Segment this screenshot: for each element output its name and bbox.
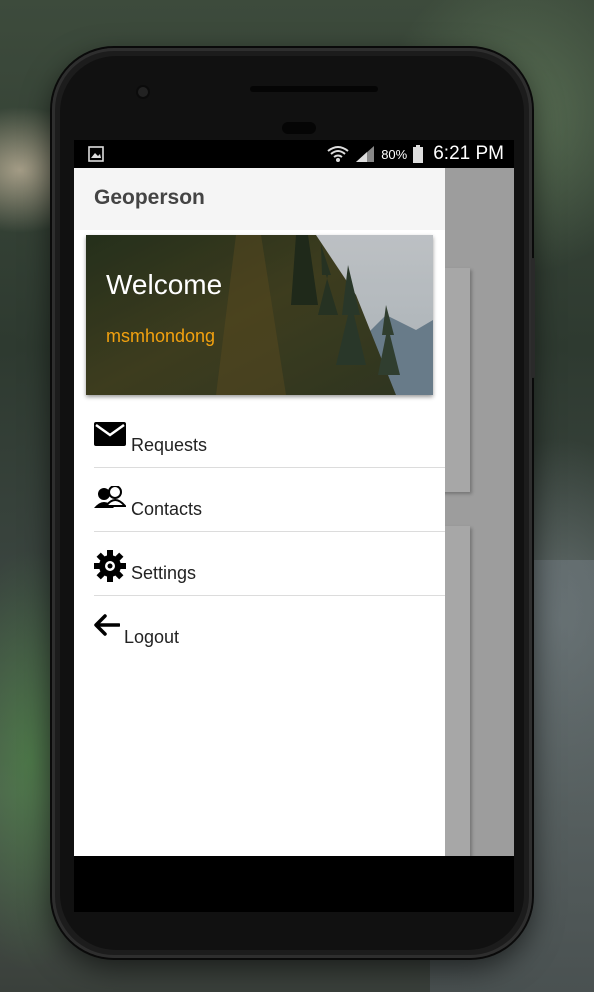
drawer-menu: Requests Contacts Settings Logout <box>74 404 445 659</box>
wifi-icon <box>327 146 349 162</box>
menu-item-contacts[interactable]: Contacts <box>94 468 445 532</box>
menu-item-settings[interactable]: Settings <box>94 532 445 596</box>
front-camera <box>138 87 148 97</box>
back-arrow-icon <box>94 614 120 636</box>
menu-item-label: Logout <box>124 627 180 647</box>
device-screen: 80% 6:21 PM Geoperson Welcome msmhondong… <box>74 140 514 856</box>
status-time: 6:21 PM <box>433 143 504 164</box>
menu-item-label: Settings <box>131 563 197 583</box>
earpiece-speaker <box>250 86 378 92</box>
signal-icon <box>356 146 375 162</box>
menu-item-label: Requests <box>131 435 208 455</box>
image-notification-icon <box>88 146 104 162</box>
status-icons: 80% 6:21 PM <box>327 140 504 168</box>
username-label: msmhondong <box>106 326 216 346</box>
status-bar: 80% 6:21 PM <box>74 140 514 168</box>
welcome-card: Welcome msmhondong <box>86 235 433 395</box>
forest-header-image <box>86 235 433 395</box>
menu-item-label: Contacts <box>131 499 203 519</box>
gear-icon <box>94 550 126 582</box>
app-title: Geoperson <box>94 186 205 209</box>
side-button <box>531 258 535 378</box>
envelope-icon <box>94 422 126 446</box>
drawer-header: Geoperson <box>74 168 445 230</box>
navigation-drawer: Geoperson Welcome msmhondong Requests Co… <box>74 168 445 856</box>
contacts-icon <box>94 486 126 508</box>
menu-item-logout[interactable]: Logout <box>94 596 445 659</box>
proximity-sensor <box>282 122 316 134</box>
menu-item-requests[interactable]: Requests <box>94 404 445 468</box>
navigation-bar <box>74 856 514 912</box>
welcome-greeting: Welcome <box>106 269 223 300</box>
battery-percent: 80% <box>381 146 408 162</box>
battery-icon <box>413 145 424 163</box>
